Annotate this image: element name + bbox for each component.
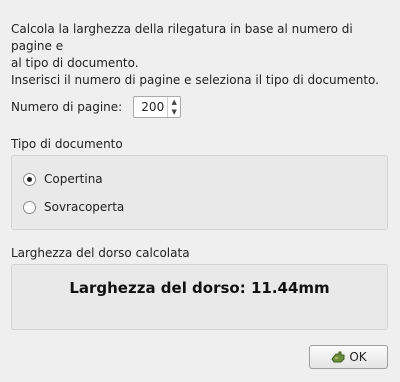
description: Calcola la larghezza della rilegatura in… [11,21,391,89]
arrow-down-icon[interactable]: ▼ [168,107,180,117]
radio-option-copertina[interactable]: Copertina [23,172,103,186]
spin-arrows: ▲ ▼ [167,97,180,117]
radio-sovracoperta[interactable] [23,200,36,214]
radio-label[interactable]: Copertina [44,172,103,186]
result-box: Larghezza del dorso: 11.44mm [11,264,388,330]
doc-type-group: Copertina Sovracoperta [11,155,388,230]
result-text: Larghezza del dorso: 11.44mm [69,279,330,297]
ok-button[interactable]: OK [309,345,388,369]
pages-label: Numero di pagine: [11,100,123,114]
pages-row: Numero di pagine: 200 ▲ ▼ [11,95,182,119]
radio-copertina[interactable] [23,172,36,186]
description-line: Calcola la larghezza della rilegatura in… [11,22,353,53]
arrow-up-icon[interactable]: ▲ [168,97,180,107]
description-line: Inserisci il numero di pagine e selezion… [11,73,379,87]
description-line: al tipo di documento. [11,56,139,70]
pages-spinbox[interactable]: 200 ▲ ▼ [133,96,182,118]
pages-value[interactable]: 200 [134,97,167,117]
radio-label[interactable]: Sovracoperta [44,200,124,214]
radio-option-sovracoperta[interactable]: Sovracoperta [23,200,124,214]
doc-type-title: Tipo di documento [11,137,123,151]
ok-hand-icon [330,350,346,364]
ok-label: OK [349,350,367,364]
result-title: Larghezza del dorso calcolata [11,246,190,260]
